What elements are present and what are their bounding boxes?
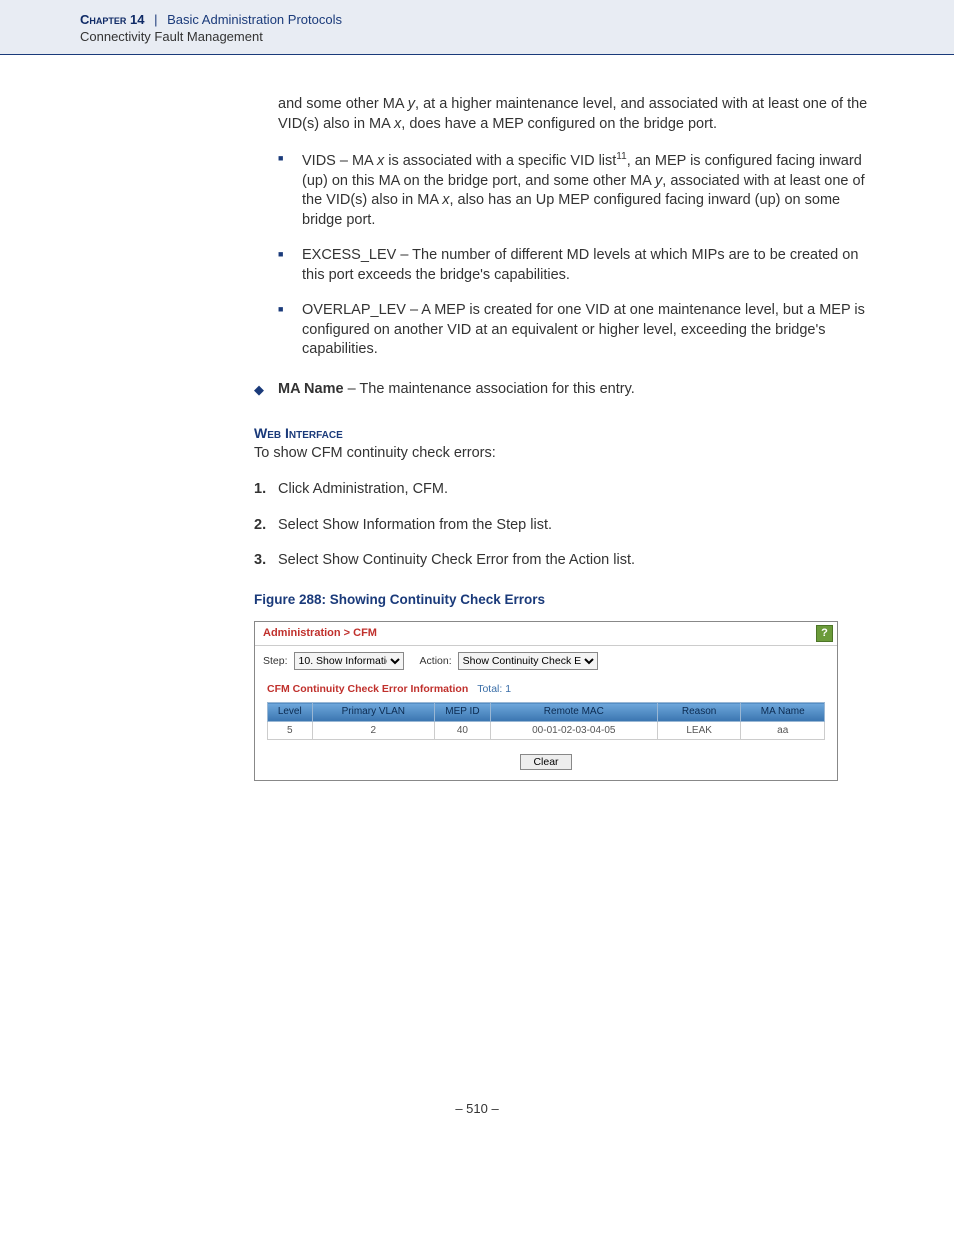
ma-name-label: MA Name <box>278 381 344 397</box>
cell-reason: LEAK <box>657 721 741 740</box>
error-table: Level Primary VLAN MEP ID Remote MAC Rea… <box>267 702 825 740</box>
page-header: Chapter 14 | Basic Administration Protoc… <box>0 0 954 55</box>
cell-maname: aa <box>741 721 825 740</box>
figure-caption: Figure 288: Showing Continuity Check Err… <box>254 591 874 609</box>
intro-paragraph: and some other MA y, at a higher mainten… <box>278 95 874 134</box>
section-title: CFM Continuity Check Error Information <box>267 683 468 695</box>
bullet-list: VIDS – MA x is associated with a specifi… <box>278 150 874 360</box>
ui-top-bar: Administration > CFM ? <box>255 622 837 646</box>
chapter-label: Chapter 14 <box>80 12 144 27</box>
page-footer: – 510 – <box>0 1101 954 1146</box>
total-count: Total: 1 <box>477 683 511 695</box>
ma-name-text: – The maintenance association for this e… <box>344 381 635 397</box>
step-2: 2.Select Show Information from the Step … <box>254 516 874 536</box>
step-label: Step: <box>263 654 288 668</box>
cfm-ui-panel: Administration > CFM ? Step: 10. Show In… <box>254 621 838 781</box>
ui-breadcrumb: Administration > CFM <box>263 626 377 641</box>
table-header-row: Level Primary VLAN MEP ID Remote MAC Rea… <box>268 703 825 722</box>
step-3: 3.Select Show Continuity Check Error fro… <box>254 551 874 571</box>
bullet-item-excess: EXCESS_LEV – The number of different MD … <box>278 246 874 285</box>
help-icon[interactable]: ? <box>816 625 833 642</box>
chapter-line: Chapter 14 | Basic Administration Protoc… <box>80 12 874 27</box>
step-1: 1.Click Administration, CFM. <box>254 480 874 500</box>
col-level: Level <box>268 703 313 722</box>
diamond-item-ma-name: MA Name – The maintenance association fo… <box>254 380 874 400</box>
ui-section-header: CFM Continuity Check Error Information T… <box>255 676 837 702</box>
col-ma-name: MA Name <box>741 703 825 722</box>
bullet-item-overlap: OVERLAP_LEV – A MEP is created for one V… <box>278 301 874 360</box>
web-interface-heading: Web Interface <box>254 424 874 443</box>
chapter-title: Basic Administration Protocols <box>167 12 342 27</box>
cell-vlan: 2 <box>312 721 435 740</box>
step-select[interactable]: 10. Show Information <box>294 652 404 670</box>
clear-button[interactable]: Clear <box>520 754 571 770</box>
cell-mepid: 40 <box>435 721 491 740</box>
cell-mac: 00-01-02-03-04-05 <box>490 721 657 740</box>
col-primary-vlan: Primary VLAN <box>312 703 435 722</box>
table-row: 5 2 40 00-01-02-03-04-05 LEAK aa <box>268 721 825 740</box>
chapter-separator: | <box>154 12 157 27</box>
step-list: 1.Click Administration, CFM. 2.Select Sh… <box>254 480 874 571</box>
ui-controls-row: Step: 10. Show Information Action: Show … <box>255 646 837 676</box>
clear-button-row: Clear <box>255 748 837 780</box>
bullet-item-vids: VIDS – MA x is associated with a specifi… <box>278 150 874 230</box>
action-select[interactable]: Show Continuity Check Error <box>458 652 598 670</box>
col-remote-mac: Remote MAC <box>490 703 657 722</box>
col-mep-id: MEP ID <box>435 703 491 722</box>
action-label: Action: <box>420 654 452 668</box>
web-interface-intro: To show CFM continuity check errors: <box>254 444 874 464</box>
cell-level: 5 <box>268 721 313 740</box>
chapter-subtitle: Connectivity Fault Management <box>80 29 874 44</box>
content-area: and some other MA y, at a higher mainten… <box>0 55 954 821</box>
col-reason: Reason <box>657 703 741 722</box>
